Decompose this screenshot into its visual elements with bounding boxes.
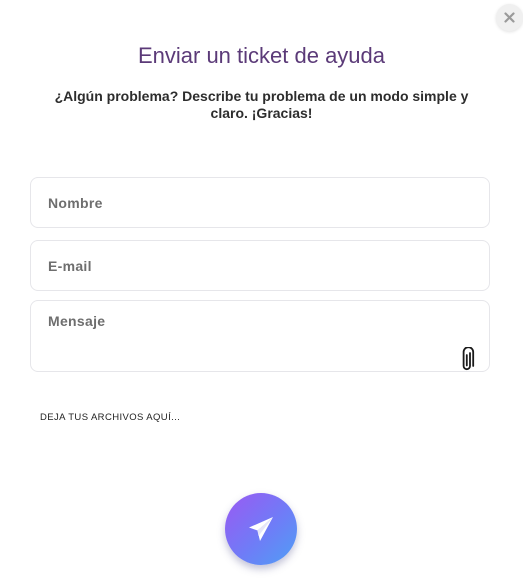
message-textarea[interactable] <box>30 300 490 372</box>
close-button[interactable] <box>496 4 523 31</box>
paperclip-icon[interactable] <box>459 347 475 373</box>
file-dropzone[interactable]: DEJA TUS ARCHIVOS AQUÍ... <box>40 412 180 423</box>
name-input[interactable] <box>30 177 490 228</box>
modal-subtitle: ¿Algún problema? Describe tu problema de… <box>54 88 469 121</box>
close-icon <box>504 12 515 23</box>
send-button[interactable] <box>225 493 297 565</box>
email-input[interactable] <box>30 240 490 291</box>
support-ticket-modal: Enviar un ticket de ayuda ¿Algún problem… <box>0 0 523 580</box>
paper-plane-icon <box>249 517 273 541</box>
modal-title: Enviar un ticket de ayuda <box>137 43 386 68</box>
